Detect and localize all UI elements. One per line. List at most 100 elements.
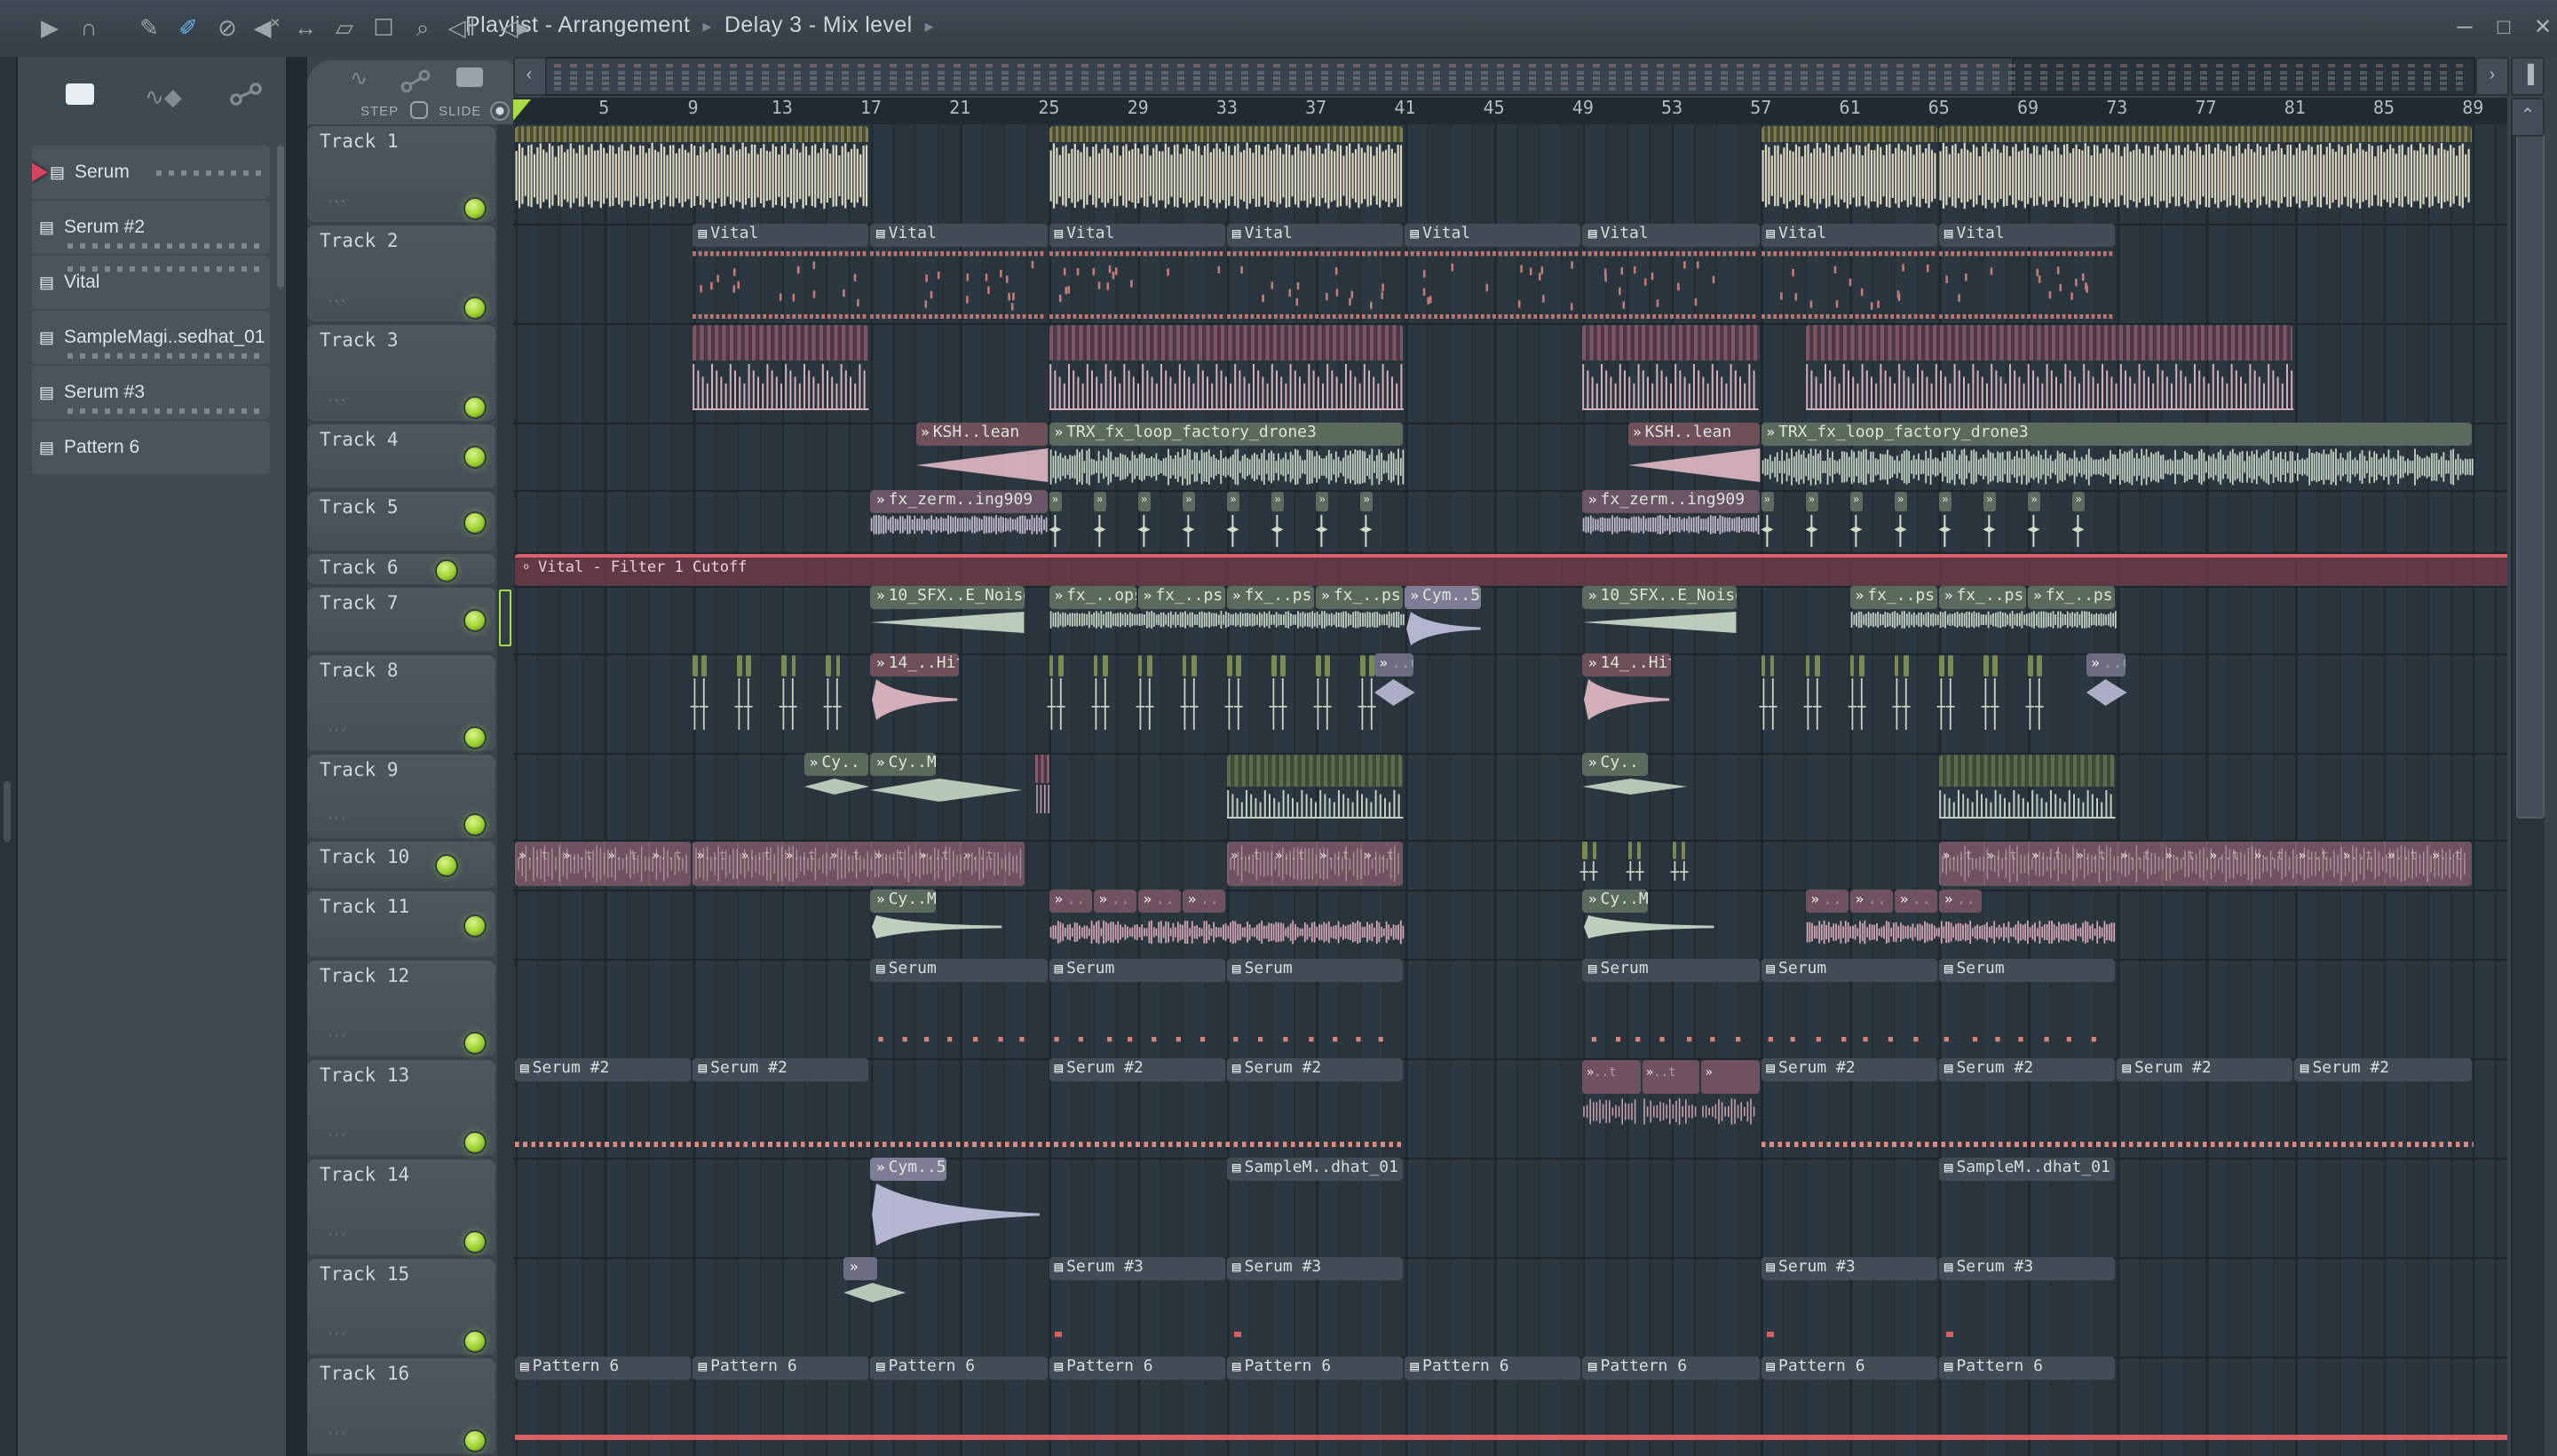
tab-audio[interactable]: ∿◆ — [133, 82, 194, 121]
clip-hit[interactable]: » — [1137, 490, 1152, 552]
track-options-dots[interactable]: ▪▪▪ — [329, 1031, 349, 1041]
clip-hit[interactable]: » — [1226, 490, 1240, 552]
clip-chop[interactable]: »..t »..t »..t »..t — [515, 840, 693, 890]
close-button[interactable]: ✕ — [2525, 7, 2557, 46]
track-mute-led[interactable] — [463, 296, 487, 319]
horizontal-scrollbar-minimap[interactable] — [545, 57, 2475, 96]
clip-fx_..ps[interactable]: » fx_..ps — [2028, 586, 2117, 653]
clip-tp[interactable] — [1180, 653, 1199, 753]
clip-tp[interactable] — [1091, 653, 1110, 753]
clip-fx_..ops[interactable]: » fx_..ops — [1049, 586, 1138, 653]
clip-tp[interactable] — [1224, 653, 1243, 753]
clip-Vital[interactable]: ▤ Vital — [1405, 224, 1582, 323]
track-options-dots[interactable]: ▪▪▪ — [329, 1428, 349, 1439]
clip-tp[interactable] — [824, 653, 843, 753]
pattern-list-item[interactable]: ▤ Serum — [32, 146, 270, 199]
track-mute-led[interactable] — [463, 1428, 487, 1452]
clip-..e[interactable]: »..e — [2086, 653, 2128, 753]
track-mute-led[interactable] — [463, 1329, 487, 1352]
zoom-tool-icon[interactable]: ⌕ — [405, 9, 440, 48]
pattern-list-item[interactable]: ▤ Pattern 6 — [32, 421, 270, 474]
clip-tp[interactable] — [691, 653, 709, 753]
clip-hit[interactable]: » — [1760, 490, 1774, 552]
clip-c13[interactable]: » — [1701, 1058, 1761, 1158]
clip-fx_..ps[interactable]: » fx_..ps — [1849, 586, 1939, 653]
clip-wv[interactable] — [1049, 890, 1405, 959]
track-header[interactable]: Track 7 — [307, 587, 495, 651]
clip-KSH..lean[interactable]: » KSH..lean — [1627, 423, 1761, 490]
clip-chop[interactable]: »..t »..t »..t »..t — [1226, 840, 1405, 890]
tab-automation[interactable] — [217, 82, 277, 121]
clip-Cym..5[interactable]: » Cym..5 — [870, 1158, 1041, 1257]
clip-Cy..M[interactable]: » Cy..M — [870, 890, 1003, 959]
clip-TRX_fx_loop_factory_drone3[interactable]: » TRX_fx_loop_factory_drone3 — [1049, 423, 1405, 490]
clip-Cy..[interactable]: » Cy.. — [1582, 753, 1689, 840]
track-options-dots[interactable]: ▪▪▪ — [329, 196, 349, 207]
step-toggle[interactable] — [410, 101, 428, 119]
clip-fx_..ps[interactable]: » fx_..ps — [1137, 586, 1227, 653]
track-header[interactable]: Track 16 ▪▪▪ — [307, 1357, 495, 1453]
paint-tool-icon[interactable]: ✐ — [170, 9, 206, 48]
track-mute-led[interactable] — [463, 510, 487, 534]
clip-wv[interactable] — [1805, 890, 2117, 959]
clip-s1[interactable] — [1049, 124, 1405, 224]
clip-chop[interactable]: »..t »..t »..t »..t »..t »..t »..t »..t »..t »..t… — [1938, 840, 2473, 890]
clip-cb3[interactable] — [693, 323, 870, 423]
clip-Serum #3[interactable]: ▤ Serum #3 — [1049, 1257, 1226, 1357]
track-mute-led[interactable] — [463, 725, 487, 748]
track-header[interactable]: Track 13 ▪▪▪ — [307, 1059, 495, 1155]
mute-tool-icon[interactable]: ◀˟ — [249, 9, 284, 48]
clip-Vital[interactable]: ▤ Vital — [1049, 224, 1226, 323]
clip-hit[interactable]: » — [1048, 490, 1062, 552]
panel-speaker-icon[interactable]: ◁▸ — [497, 9, 533, 48]
clip-hit[interactable]: » — [2027, 490, 2041, 552]
play-indicator-icon[interactable]: ▶ — [32, 9, 67, 48]
clip-hit[interactable]: » — [1359, 490, 1373, 552]
track-options-dots[interactable]: ▪▪▪ — [329, 1230, 349, 1240]
track-header[interactable]: Track 6 — [307, 553, 495, 583]
clip-dash[interactable] — [515, 1058, 1405, 1158]
track-options-dots[interactable]: ▪▪▪ — [329, 725, 349, 736]
clip-Vital[interactable]: ▤ Vital — [1226, 224, 1405, 323]
clip-hit[interactable]: » — [1182, 490, 1196, 552]
track-mute-led[interactable] — [463, 609, 487, 632]
clip-chop[interactable]: »..t »..t »..t »..t »..t »..t »..t — [693, 840, 1026, 890]
clip-Cy..M[interactable]: » Cy..M — [870, 753, 1023, 840]
collapse-button[interactable]: ⌃ — [2511, 98, 2545, 137]
clip-fx_..ps[interactable]: » fx_..ps — [1938, 586, 2028, 653]
clip-..t[interactable]: »..t — [1642, 1058, 1702, 1158]
track-header[interactable]: Track 5 — [307, 491, 495, 550]
clip-TRX_fx_loop_factory_drone3[interactable]: » TRX_fx_loop_factory_drone3 — [1761, 423, 2474, 490]
clip-tp[interactable] — [1313, 653, 1332, 753]
clip-rline[interactable] — [515, 1357, 2507, 1456]
clip-10_SFX..E_Noise[interactable]: » 10_SFX..E_Noise — [870, 586, 1026, 653]
clip-hit[interactable]: » — [1804, 490, 1818, 552]
clip-KSH..lean[interactable]: » KSH..lean — [915, 423, 1049, 490]
clip-tp[interactable] — [1758, 653, 1777, 753]
clip-s1[interactable] — [515, 124, 871, 224]
track-mute-led[interactable] — [435, 558, 458, 582]
clip-Cy..M[interactable]: » Cy..M — [1582, 890, 1715, 959]
clip-mc[interactable] — [1034, 753, 1049, 840]
pattern-list-item[interactable]: ▤ Vital — [32, 256, 270, 309]
clip-Vital - Filter 1 Cutoff[interactable]: ⚬ Vital - Filter 1 Cutoff — [515, 552, 2507, 586]
clip-rt[interactable] — [1233, 1257, 1247, 1357]
clip-tp[interactable] — [1669, 840, 1688, 890]
stretch-tool-icon[interactable]: ↔ — [288, 9, 323, 48]
clip-Serum[interactable]: ▤ Serum — [870, 959, 1049, 1058]
clip-Serum[interactable]: ▤ Serum — [1226, 959, 1405, 1058]
clip-Serum #3[interactable]: ▤ Serum #3 — [1226, 1257, 1405, 1357]
scroll-right-button[interactable]: › — [2475, 57, 2509, 96]
clip-tp[interactable] — [780, 653, 798, 753]
playback-tool-icon[interactable]: ◁‖ — [444, 9, 479, 48]
clip-hit[interactable]: » — [1092, 490, 1107, 552]
clip-cb3[interactable] — [1582, 323, 1761, 423]
clip-hit[interactable]: » — [1315, 490, 1329, 552]
clip-rt[interactable] — [1055, 1257, 1069, 1357]
track-mute-led[interactable] — [463, 446, 487, 469]
paint-automation-icon[interactable] — [400, 69, 435, 94]
track-header[interactable]: Track 4 — [307, 423, 495, 487]
clip-hit[interactable]: » — [2071, 490, 2086, 552]
pattern-list-item[interactable]: ▤ SampleMagi..sedhat_01 — [32, 311, 270, 364]
paint-wave-icon[interactable]: ∿ — [350, 66, 368, 91]
